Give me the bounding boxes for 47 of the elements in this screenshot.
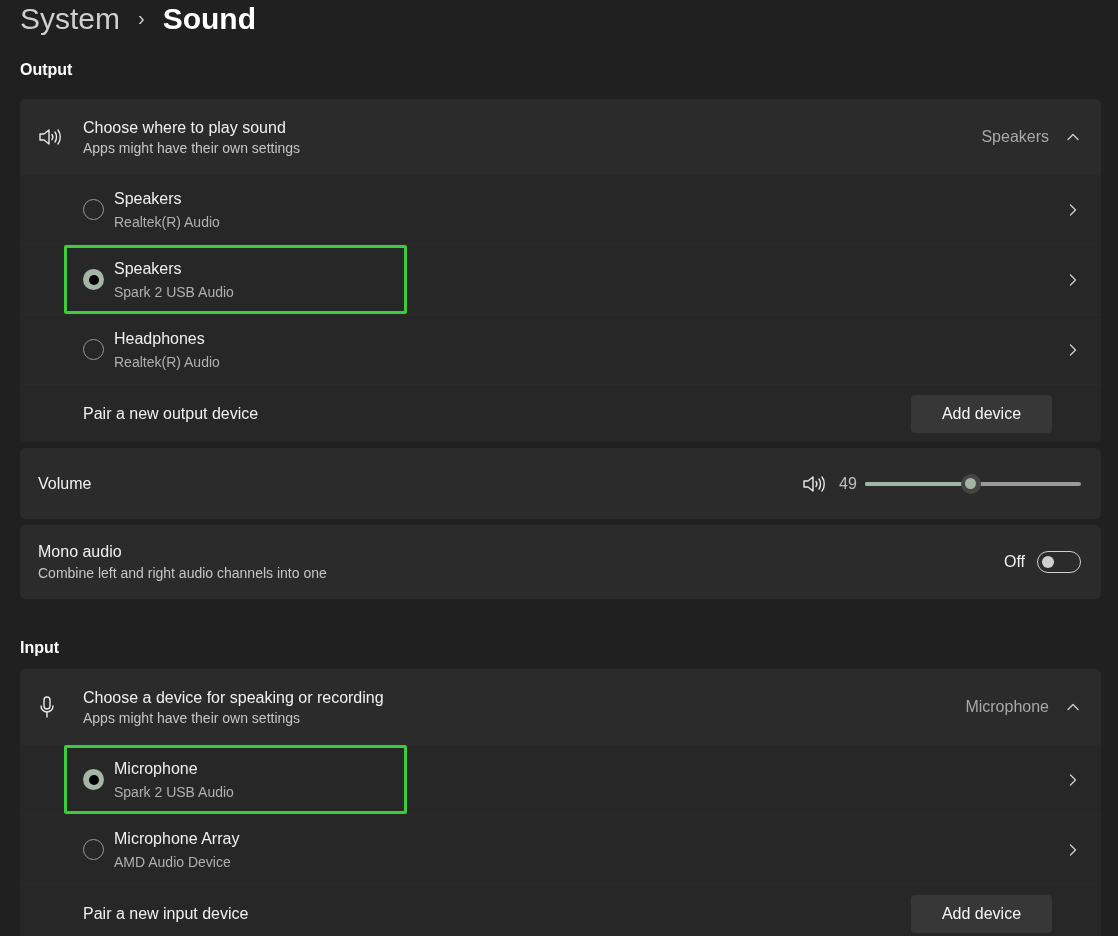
volume-label: Volume (38, 473, 93, 494)
volume-slider[interactable] (865, 472, 1081, 495)
device-row[interactable]: Microphone Array AMD Audio Device (20, 815, 1101, 884)
device-name: Speakers (114, 258, 183, 279)
radio-button[interactable] (83, 769, 104, 790)
device-row[interactable]: Headphones Realtek(R) Audio (20, 315, 1101, 384)
device-row[interactable]: Speakers Spark 2 USB Audio (20, 245, 1101, 314)
breadcrumb-parent[interactable]: System (20, 0, 121, 41)
setting-subtitle: Apps might have their own settings (83, 708, 302, 727)
add-device-button[interactable]: Add device (911, 894, 1052, 933)
microphone-icon (39, 695, 55, 718)
device-name: Headphones (114, 328, 206, 349)
device-detail: Realtek(R) Audio (114, 212, 220, 232)
chevron-right-icon (1067, 343, 1079, 356)
radio-button[interactable] (83, 269, 104, 290)
speaker-icon (39, 127, 61, 146)
device-name: Speakers (114, 188, 183, 209)
device-row[interactable]: Microphone Spark 2 USB Audio (20, 745, 1101, 814)
device-name: Microphone (114, 758, 199, 779)
device-detail: AMD Audio Device (114, 852, 232, 872)
pair-label: Pair a new output device (83, 403, 260, 424)
device-row[interactable]: Speakers Realtek(R) Audio (20, 175, 1101, 244)
setting-title: Mono audio (38, 542, 123, 562)
device-detail: Realtek(R) Audio (114, 352, 220, 372)
device-detail: Spark 2 USB Audio (114, 782, 234, 802)
section-heading: Input (20, 638, 60, 658)
chevron-right-icon (1067, 273, 1079, 286)
setting-title: Choose a device for speaking or recording (83, 687, 385, 708)
slider-thumb[interactable] (960, 473, 981, 494)
add-device-button[interactable]: Add device (911, 394, 1052, 433)
setting-subtitle: Apps might have their own settings (83, 138, 302, 157)
volume-reading: 49 (839, 473, 858, 494)
toggle-state-label: Off (1003, 552, 1025, 572)
speaker-icon (803, 474, 825, 493)
breadcrumb-separator: › (138, 6, 145, 31)
chevron-right-icon (1067, 773, 1079, 786)
page-title: Sound (162, 0, 256, 37)
device-detail: Spark 2 USB Audio (114, 282, 234, 302)
setting-title: Choose where to play sound (83, 117, 287, 138)
current-device: Speakers (981, 126, 1049, 147)
device-name: Microphone Array (114, 828, 240, 849)
chevron-right-icon (1067, 203, 1079, 216)
chevron-right-icon (1067, 843, 1079, 856)
current-device: Microphone (965, 696, 1049, 717)
pair-label: Pair a new input device (83, 903, 250, 924)
setting-subtitle: Combine left and right audio channels into one (38, 564, 328, 583)
section-heading: Output (20, 59, 73, 80)
